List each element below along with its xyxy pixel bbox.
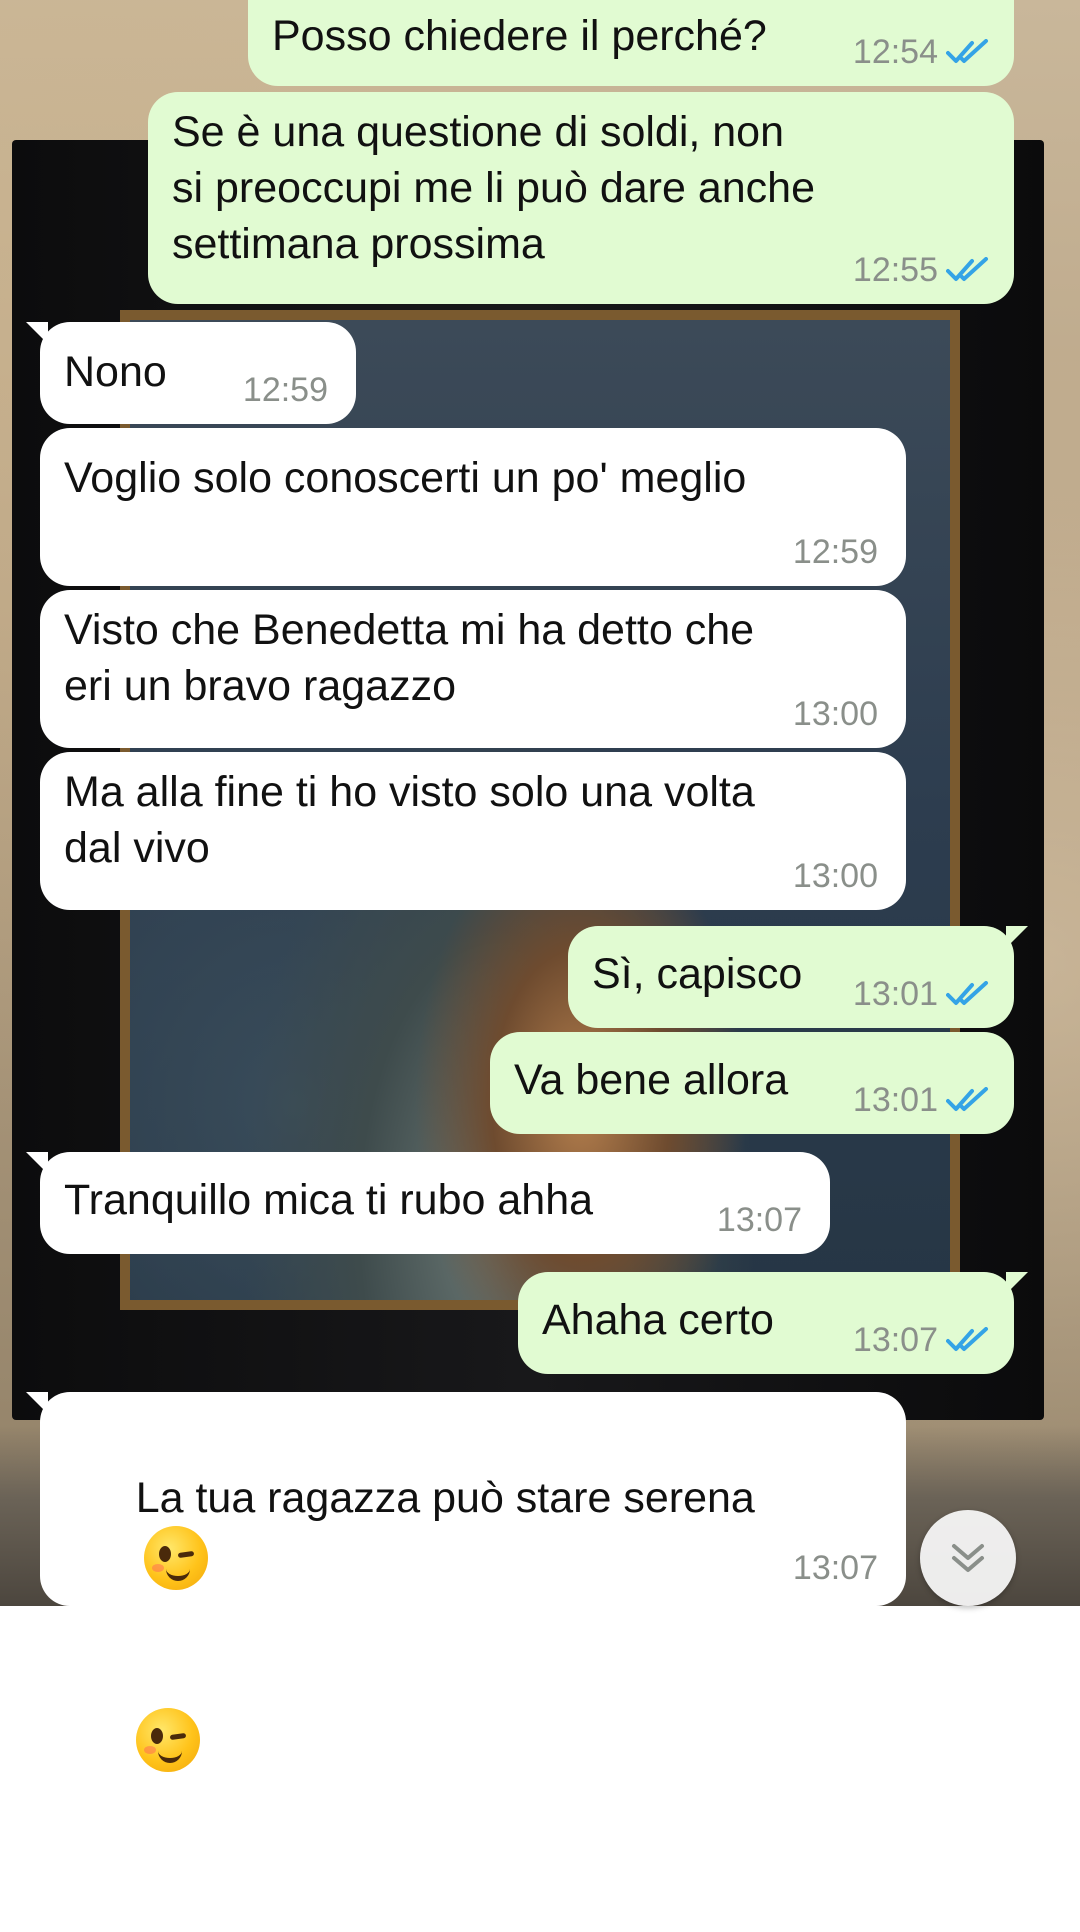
- message-outgoing[interactable]: Posso chiedere il perché? 12:54: [248, 0, 1014, 86]
- message-outgoing[interactable]: Se è una questione di soldi, non si preo…: [148, 92, 1014, 304]
- message-incoming[interactable]: Nono 12:59: [26, 322, 356, 424]
- message-incoming[interactable]: La tua ragazza può stare serena 13:07: [26, 1392, 906, 1772]
- message-meta: 12:59: [793, 532, 878, 572]
- message-time: 13:07: [716, 1201, 802, 1239]
- message-time: 13:00: [792, 857, 878, 895]
- message-meta: 13:07: [717, 1200, 802, 1240]
- message-time: 12:55: [852, 251, 938, 289]
- message-meta: 13:00: [793, 694, 878, 734]
- message-time: 13:00: [792, 695, 878, 733]
- message-text: Se è una questione di soldi, non si preo…: [172, 108, 815, 268]
- scroll-to-bottom-button[interactable]: [920, 1510, 1016, 1606]
- double-check-icon: [946, 1087, 988, 1111]
- message-text: Voglio solo conoscerti un po' meglio: [64, 454, 747, 502]
- bubble-tail: [26, 322, 48, 344]
- message-meta: 13:01: [853, 974, 990, 1014]
- message-time: 13:07: [792, 1549, 878, 1587]
- message-incoming[interactable]: Visto che Benedetta mi ha detto che eri …: [40, 590, 906, 748]
- double-check-icon: [946, 39, 988, 63]
- winking-face-emoji: [135, 1708, 200, 1772]
- message-text: Ma alla fine ti ho visto solo una volta …: [64, 768, 755, 872]
- message-outgoing[interactable]: Ahaha certo 13:07: [518, 1272, 1028, 1374]
- message-incoming[interactable]: Tranquillo mica ti rubo ahha 13:07: [26, 1152, 830, 1254]
- message-time: 13:07: [852, 1321, 938, 1359]
- message-text: Tranquillo mica ti rubo ahha: [64, 1176, 594, 1224]
- message-meta: 12:54: [853, 32, 990, 72]
- message-text: Sì, capisco: [592, 950, 803, 998]
- message-meta: 12:55: [853, 250, 990, 290]
- message-text-content: La tua ragazza può stare serena: [135, 1474, 755, 1522]
- message-time: 12:59: [242, 371, 328, 409]
- message-time: 12:54: [852, 33, 938, 71]
- message-incoming[interactable]: Voglio solo conoscerti un po' meglio 12:…: [40, 428, 906, 586]
- message-text: Nono: [64, 348, 167, 396]
- message-meta: 13:01: [853, 1080, 990, 1120]
- message-meta: 13:07: [793, 1548, 878, 1588]
- double-check-icon: [946, 981, 988, 1005]
- bubble-tail: [26, 1392, 48, 1414]
- bubble-tail: [1006, 926, 1028, 948]
- chevron-double-down-icon: [952, 1544, 984, 1572]
- message-time: 13:01: [852, 1081, 938, 1119]
- message-text: Visto che Benedetta mi ha detto che eri …: [64, 606, 755, 710]
- double-check-icon: [946, 257, 988, 281]
- message-text: La tua ragazza può stare serena: [64, 1414, 776, 1828]
- message-text: Ahaha certo: [542, 1296, 774, 1344]
- double-check-icon: [946, 1327, 988, 1351]
- message-meta: 12:59: [243, 370, 328, 410]
- message-meta: 13:07: [853, 1320, 990, 1360]
- bubble-tail: [26, 1152, 48, 1174]
- winking-face-emoji: [143, 1526, 208, 1590]
- message-outgoing[interactable]: Va bene allora 13:01: [490, 1032, 1014, 1134]
- message-text: Va bene allora: [514, 1056, 789, 1104]
- message-text: Posso chiedere il perché?: [272, 12, 767, 60]
- message-time: 13:01: [852, 975, 938, 1013]
- message-outgoing[interactable]: Sì, capisco 13:01: [568, 926, 1028, 1028]
- message-time: 12:59: [792, 533, 878, 571]
- bubble-tail: [1006, 1272, 1028, 1294]
- message-list[interactable]: Posso chiedere il perché? 12:54 Se è una…: [0, 0, 1080, 1772]
- message-incoming[interactable]: Ma alla fine ti ho visto solo una volta …: [40, 752, 906, 910]
- message-meta: 13:00: [793, 856, 878, 896]
